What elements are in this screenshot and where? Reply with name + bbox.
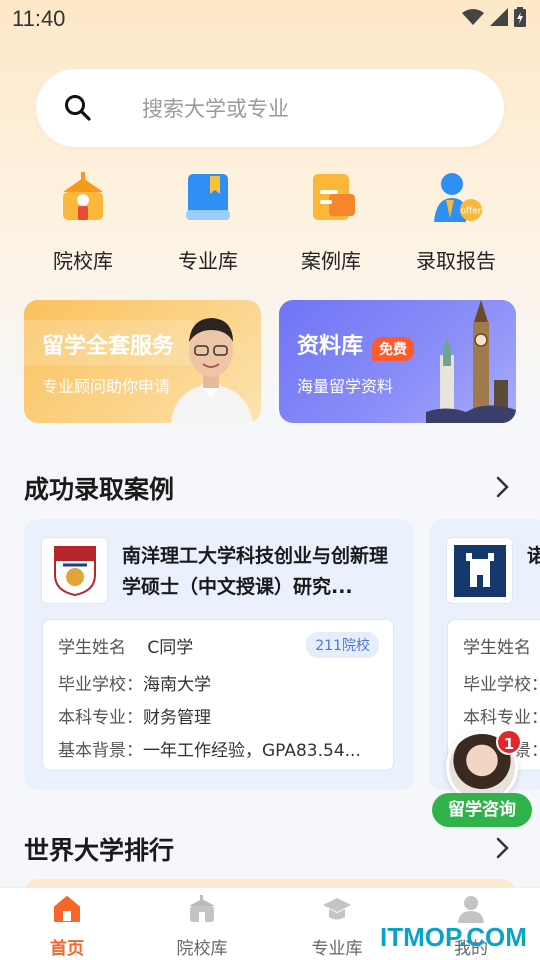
banner-title: 留学全套服务 [42,334,175,359]
wifi-icon [462,9,484,25]
case-card[interactable]: 南洋理工大学科技创业与创新理学硕士（中文授课）研究... 学生姓名 C同学 21… [24,519,414,790]
folder-icon [303,170,359,226]
school-icon [189,895,215,922]
quick-action-major-library[interactable]: 专业库 [148,170,268,280]
university-logo [446,537,513,604]
status-icons [462,7,526,27]
status-bar: 11:40 [0,0,540,38]
tab-home[interactable]: 首页 [12,894,122,959]
resource-library-banner[interactable]: 资料库 免费 海量留学资料 [279,300,516,423]
quick-action-label: 专业库 [178,249,238,273]
tab-label: 专业库 [311,939,363,959]
quick-action-label: 院校库 [53,249,113,273]
search-placeholder: 搜索大学或专业 [142,97,289,121]
tab-school-library[interactable]: 院校库 [147,894,257,959]
case-program-name: 诺 [527,545,540,567]
offer-person-icon: offer [428,170,484,226]
case-program-name: 南洋理工大学科技创业与创新理学硕士（中文授课）研究... [122,545,389,598]
row-value: C同学 [147,638,194,658]
tab-label: 院校库 [176,939,228,959]
row-value: 一年工作经验，GPA83.54... [143,741,361,761]
banner-subtitle: 海量留学资料 [297,377,394,396]
banner-subtitle: 专业顾问助你申请 [42,377,171,396]
landmarks-illustration [426,300,516,423]
school-tag-badge: 211院校 [306,632,379,658]
row-value: 财务管理 [143,708,211,728]
battery-icon [514,7,526,27]
background-row: 基本背景：一年工作经验，GPA83.54... [58,736,361,761]
student-name-row: 学生姓名 C同学 [58,633,193,658]
signal-icon [490,8,508,26]
row-key: 毕业学校： [58,675,143,695]
unread-badge: 1 [496,729,522,755]
home-icon [54,896,80,922]
case-info-box: 学生姓名 C同学 211院校 毕业学校：海南大学 本科专业：财务管理 基本背景：… [42,619,394,771]
chevron-right-icon[interactable] [496,476,510,498]
status-time: 11:40 [12,6,66,31]
book-icon [180,170,236,226]
student-name-row: 学生姓名 [463,633,531,658]
tab-label: 首页 [50,939,84,959]
quick-action-label: 案例库 [301,249,361,273]
graduate-school-row: 毕业学校：海南大学 [58,670,211,695]
study-abroad-consult-button[interactable]: 1 留学咨询 [432,729,532,827]
row-key: 学生姓名 [58,638,126,658]
search-bar[interactable]: 搜索大学或专业 [36,69,504,147]
quick-action-offer-report[interactable]: offer 录取报告 [396,170,516,280]
tab-major-library[interactable]: 专业库 [282,894,392,959]
user-icon [458,896,484,923]
school-building-icon [55,170,111,226]
quick-action-label: 录取报告 [416,249,496,273]
row-value: 海南大学 [143,675,211,695]
chevron-right-icon[interactable] [496,837,510,859]
watermark: ITMOP.COM [380,922,527,952]
row-key: 基本背景： [58,741,143,761]
graduation-cap-icon [323,898,351,920]
search-icon [65,95,91,121]
row-key: 本科专业： [463,708,540,728]
consult-label: 留学咨询 [432,793,532,827]
consultant-photo [171,318,253,423]
graduate-school-row: 毕业学校： [463,670,540,695]
banner-title: 资料库 [297,334,364,359]
quick-action-case-library[interactable]: 案例库 [271,170,391,280]
ntu-logo [41,537,108,604]
quick-action-school-library[interactable]: 院校库 [23,170,143,280]
undergrad-major-row: 本科专业： [463,703,540,728]
university-ranking-title: 世界大学排行 [24,836,175,865]
row-key: 学生姓名 [463,638,531,658]
row-key: 毕业学校： [463,675,540,695]
undergrad-major-row: 本科专业：财务管理 [58,703,211,728]
free-badge: 免费 [372,337,414,361]
success-cases-title: 成功录取案例 [24,475,175,504]
row-key: 本科专业： [58,708,143,728]
full-service-banner[interactable]: 留学全套服务 专业顾问助你申请 [24,300,261,423]
svg-text:offer: offer [461,207,482,217]
